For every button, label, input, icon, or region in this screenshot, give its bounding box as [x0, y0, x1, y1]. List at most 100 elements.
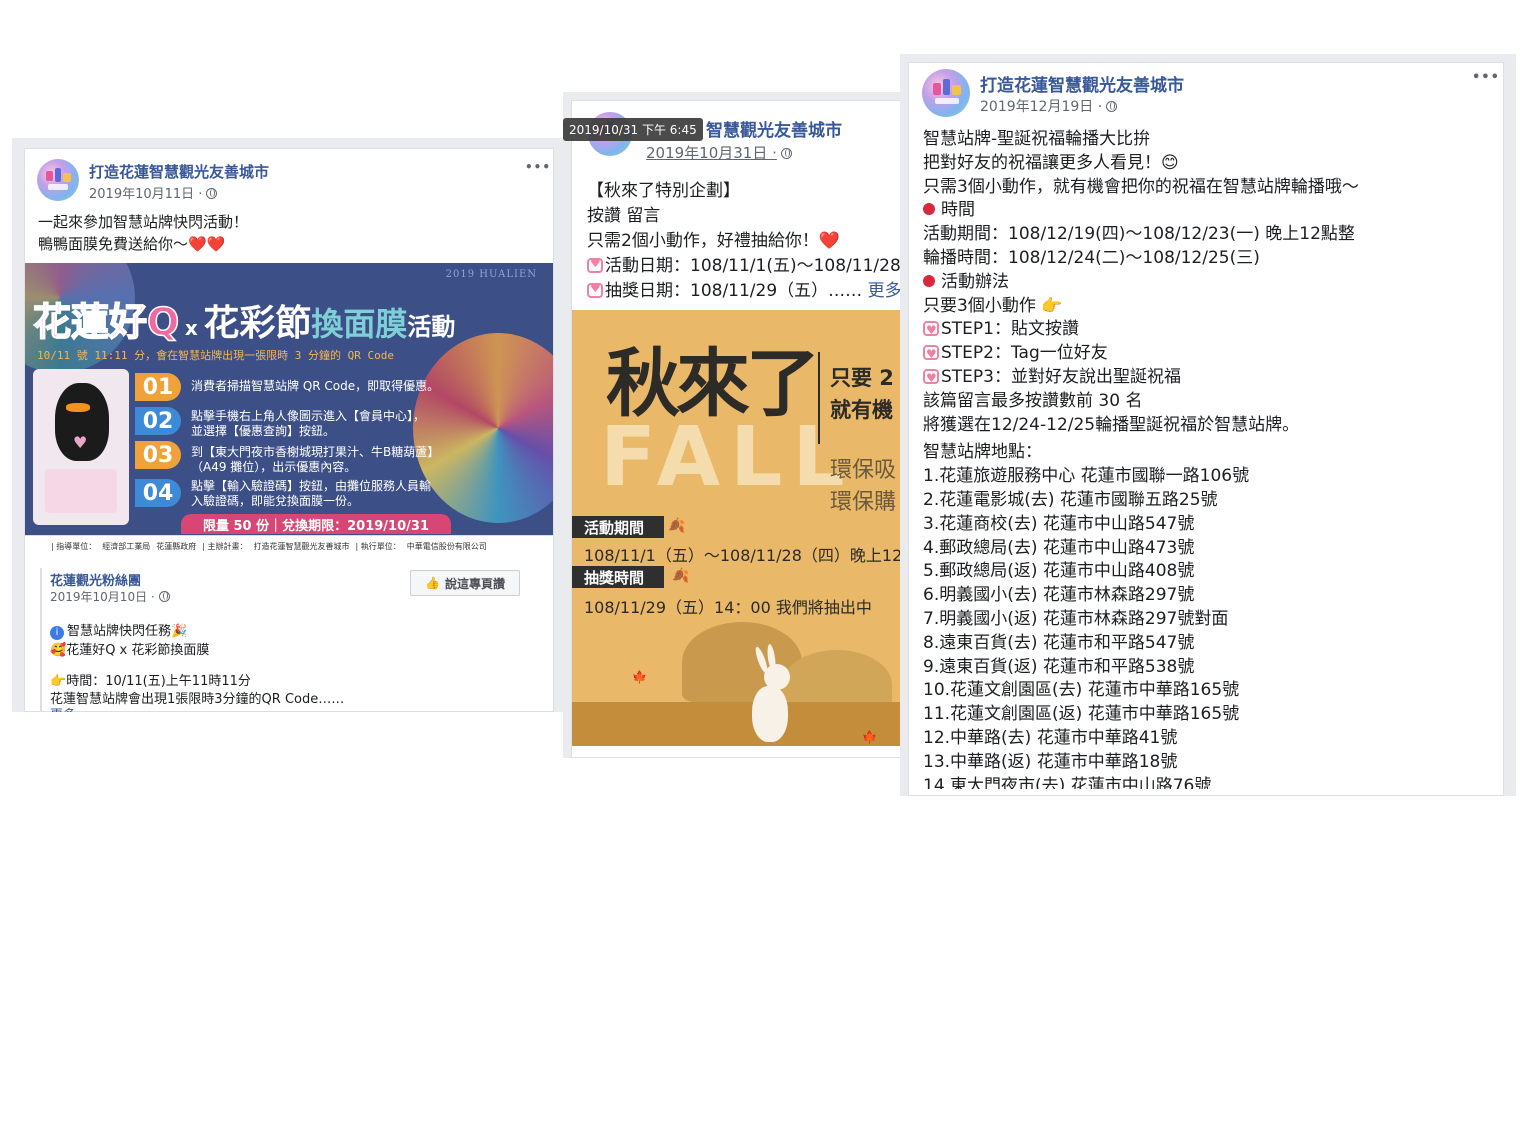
- leaf-icon: 🍂: [668, 518, 686, 534]
- rabbit-illustration: [744, 643, 796, 742]
- post3-line: 時間: [923, 199, 1359, 223]
- smiling-face-icon: 🥰: [50, 643, 67, 658]
- post3-location: 9.遠東百貨(返) 花蓮市和平路538號: [923, 656, 1195, 677]
- shared-page-name[interactable]: 花蓮觀光粉絲團: [50, 570, 141, 589]
- post3-location: 13.中華路(返) 花蓮市中華路18號: [923, 751, 1178, 772]
- post1-text-line-1: 一起來參加智慧站牌快閃活動！: [38, 213, 249, 231]
- post2-text-line-4: 活動日期：108/11/1(五)～108/11/28: [587, 251, 901, 276]
- post3-location: 14.東大門夜市(去) 花蓮市中山路76號: [923, 775, 1212, 789]
- post3-location: 6.明義國小(去) 花蓮市林森路297號: [923, 585, 1195, 606]
- leaf-icon: 🍁: [862, 730, 877, 744]
- post2-text-line-3: 只需2個小動作，好禮抽給你！❤️: [587, 231, 840, 251]
- post3-location: 12.中華路(去) 花蓮市中華路41號: [923, 727, 1178, 748]
- post1-more-icon[interactable]: •••: [525, 160, 551, 174]
- like-page-button[interactable]: 👍 說這專頁讚: [410, 570, 520, 596]
- globe-icon: [158, 591, 170, 602]
- post3-line: STEP3：並對好友說出聖誕祝福: [923, 366, 1359, 391]
- thumbs-up-icon: 👍: [425, 576, 440, 590]
- post3-line: 輪播時間：108/12/24(二)～108/12/25(三): [923, 247, 1260, 268]
- post1-text-line-2: 鴨鴨面膜免費送給你～❤️❤️: [38, 235, 226, 253]
- leaf-icon: 🍁: [632, 670, 647, 684]
- post3-page-name[interactable]: 打造花蓮智慧觀光友善城市: [980, 71, 1184, 96]
- post2-date[interactable]: 2019年10月31日 ·: [646, 142, 792, 163]
- globe-icon: [206, 188, 218, 199]
- shared-more-link[interactable]: 更多: [50, 704, 76, 712]
- date-tooltip: 2019/10/31 下午 6:45: [563, 118, 703, 141]
- heart-icon: [587, 281, 603, 298]
- post3-line: STEP2：Tag一位好友: [923, 342, 1359, 367]
- post1-poster-image[interactable]: 2019 HUALIEN 花蓮好Q x 花彩節換面膜活動 10/11 號 11:…: [25, 263, 553, 535]
- post3-location: 5.郵政總局(返) 花蓮市中山路408號: [923, 561, 1195, 582]
- post3-location: 4.郵政總局(去) 花蓮市中山路473號: [923, 537, 1195, 558]
- pointing-hand-icon: 👉: [50, 674, 67, 689]
- post3-line: 智慧站牌-聖誕祝福輪播大比拚: [923, 129, 1151, 149]
- post1-page-name[interactable]: 打造花蓮智慧觀光友善城市: [89, 161, 269, 182]
- post3-line: STEP1：貼文按讚: [923, 318, 1359, 343]
- post3-line: 只需3個小動作，就有機會把你的祝福在智慧站牌輪播哦～: [923, 176, 1359, 197]
- post3-date[interactable]: 2019年12月19日 ·: [980, 96, 1118, 116]
- shared-text-line-4: 👉時間：10/11(五)上午11時11分: [50, 674, 251, 689]
- post3-line: 只要3個小動作 👉: [923, 295, 1063, 316]
- post3-line: 該篇留言最多按讚數前 30 名: [923, 390, 1143, 411]
- shared-post-divider: [40, 568, 42, 712]
- post2-page-name[interactable]: 智慧觀光友善城市: [706, 116, 842, 141]
- shared-text-line-2: 🥰花蓮好Q x 花彩節換面膜: [50, 643, 210, 658]
- heart-icon: [587, 256, 603, 273]
- post3-line: 活動期間：108/12/19(四)～108/12/23(一) 晚上12點整: [923, 224, 1355, 245]
- poster-side-text-2: 就有機: [830, 398, 893, 422]
- post3-location: 11.花蓮文創園區(返) 花蓮市中華路165號: [923, 704, 1240, 725]
- globe-icon: [780, 148, 792, 159]
- heart-icon: [923, 367, 939, 391]
- shared-date[interactable]: 2019年10月10日 ·: [50, 588, 170, 605]
- step-03-text: （A49 攤位），出示優惠內容。: [191, 460, 357, 474]
- post2-poster-image[interactable]: FALL 秋來了 只要 2 就有機 環保吸 環保購 活動期間 108/11/1（…: [572, 310, 902, 746]
- poster-side-text-1: 只要 2: [830, 366, 894, 390]
- post3-line: 智慧站牌地點：: [923, 442, 1042, 463]
- info-icon: i: [50, 626, 64, 640]
- post3-location: 10.花蓮文創園區(去) 花蓮市中華路165號: [923, 680, 1240, 701]
- heart-icon: ❤️: [818, 231, 840, 251]
- post3-location: 7.明義國小(返) 花蓮市林森路297號對面: [923, 608, 1229, 629]
- post3-more-icon[interactable]: •••: [1472, 70, 1500, 85]
- post3-location: 1.花蓮旅遊服務中心 花蓮市國聯一路106號: [923, 466, 1250, 487]
- post3-location: 8.遠東百貨(去) 花蓮市和平路547號: [923, 632, 1195, 653]
- heart-icon: ❤️❤️: [188, 235, 226, 253]
- step-04-text: 點擊【輸入驗證碼】按鈕，由攤位服務人員輸: [191, 479, 432, 493]
- poster-side-text-3: 環保吸: [830, 458, 897, 483]
- poster-side-text-4: 環保購: [830, 490, 897, 515]
- post3-line: 把對好友的祝福讓更多人看見！😊: [923, 152, 1179, 173]
- duck-mascot-image: ♥: [33, 369, 129, 525]
- step-02-text: 並選擇【優惠查詢】按鈕。: [191, 424, 336, 438]
- poster-title: 花蓮好Q x 花彩節換面膜活動: [32, 299, 456, 345]
- step-04-badge: 04: [135, 479, 181, 507]
- step-01-badge: 01: [135, 373, 181, 401]
- decorative-flower: [413, 333, 553, 523]
- post3-line: 將獲選在12/24-12/25輪播聖誕祝福於智慧站牌。: [923, 414, 1300, 435]
- post1-avatar[interactable]: [37, 159, 79, 201]
- poster-limit-banner: 限量 50 份｜兌換期限：2019/10/31: [181, 514, 451, 534]
- step-02-badge: 02: [135, 407, 181, 435]
- post3-body: 智慧站牌-聖誕祝福輪播大比拚 把對好友的祝福讓更多人看見！😊 只需3個小動作，就…: [923, 128, 1359, 789]
- globe-icon: [1106, 101, 1118, 112]
- post1-date[interactable]: 2019年10月11日 ·: [89, 183, 218, 202]
- pushpin-icon: [923, 203, 935, 216]
- post2-text-line-1: 【秋來了特別企劃】: [587, 181, 740, 201]
- step-03-text: 到【東大門夜市香榭城現打果汁、牛B糖葫蘆】: [191, 445, 440, 459]
- post2-more-link[interactable]: 更多: [868, 281, 902, 301]
- leaf-icon: 🍂: [672, 568, 690, 584]
- poster-divider: [818, 352, 820, 444]
- step-01-text: 消費者掃描智慧站牌 QR Code，即取得優惠。: [191, 379, 440, 393]
- poster-sponsor-footer: | 指導單位： 經濟部工業局 花蓮縣政府 | 主辦計畫： 打造花蓮智慧觀光友善城…: [25, 535, 553, 557]
- poster-band-period: 活動期間: [572, 516, 664, 538]
- post2-text-line-5: 抽獎日期：108/11/29（五）…… 更多: [587, 276, 902, 301]
- heart-icon: [923, 343, 939, 367]
- step-04-text: 入驗證碼，即能兌換面膜一份。: [191, 494, 360, 508]
- poster-period-text: 108/11/1（五）～108/11/28（四）晚上12: [584, 546, 902, 565]
- poster-main-title: 秋來了: [606, 341, 820, 427]
- post3-location: 2.花蓮電影城(去) 花蓮市國聯五路25號: [923, 489, 1218, 510]
- post3-location: 3.花蓮商校(去) 花蓮市中山路547號: [923, 513, 1195, 534]
- poster-band-draw: 抽獎時間: [572, 566, 664, 588]
- post3-avatar[interactable]: [922, 69, 970, 117]
- shared-text-line-1: i 智慧站牌快閃任務🎉: [50, 620, 187, 640]
- step-02-text: 點擊手機右上角人像圖示進入【會員中心】，: [191, 409, 426, 423]
